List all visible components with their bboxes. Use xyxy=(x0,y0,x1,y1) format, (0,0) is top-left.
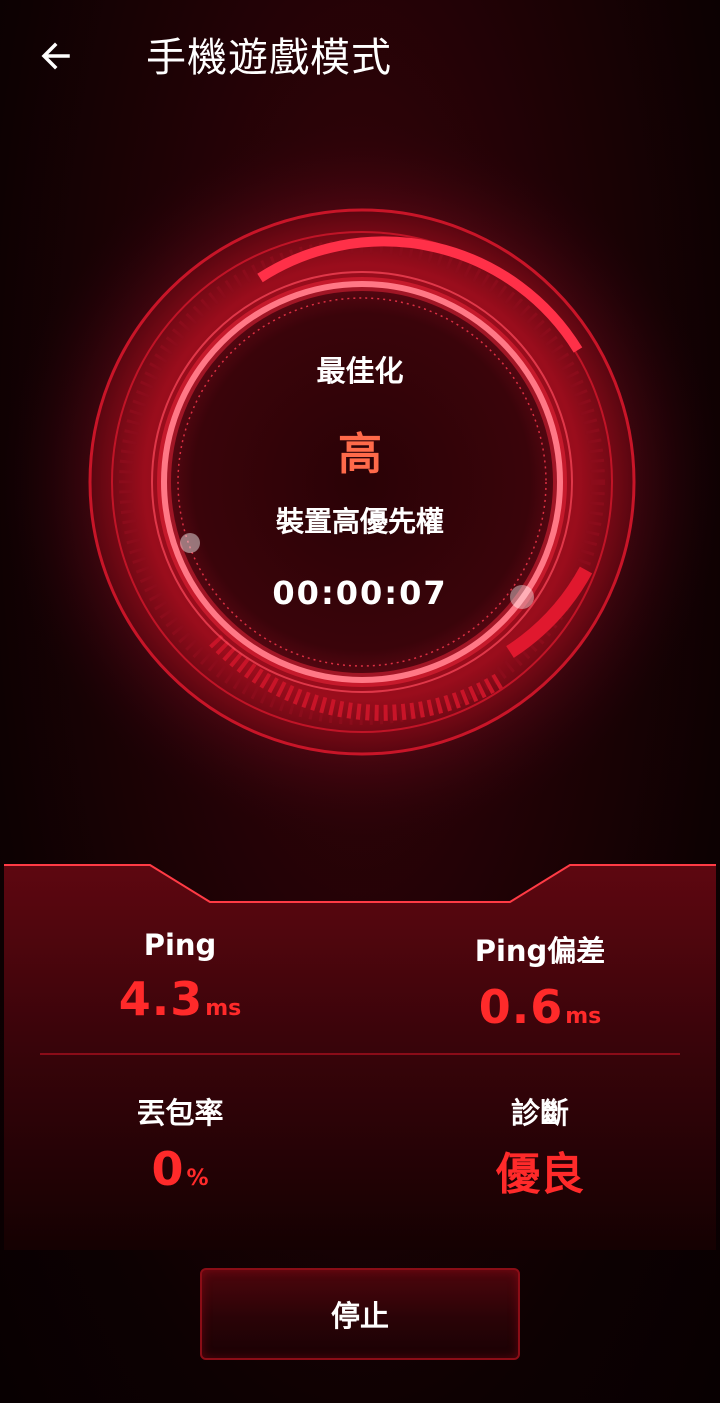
ping-deviation-stat: Ping偏差 0.6ms xyxy=(360,928,720,1034)
packet-loss-value: 0 xyxy=(151,1142,185,1196)
page-title: 手機遊戲模式 xyxy=(146,35,392,81)
device-priority-label: 裝置高優先權 xyxy=(275,505,444,538)
packet-loss-unit: % xyxy=(186,1166,209,1191)
ping-deviation-label: Ping偏差 xyxy=(474,934,606,968)
packet-loss-label: 丟包率 xyxy=(136,1096,224,1130)
optimization-dial: 最佳化 高 裝置高優先權 00:00:07 xyxy=(0,100,720,860)
ping-deviation-value-row: 0.6ms xyxy=(360,980,720,1034)
ping-deviation-unit: ms xyxy=(565,1004,602,1029)
packet-loss-stat: 丟包率 0% xyxy=(30,1090,330,1196)
ping-deviation-value: 0.6 xyxy=(478,980,564,1034)
optimization-level: 高 xyxy=(338,429,382,480)
packet-loss-value-row: 0% xyxy=(30,1142,330,1196)
elapsed-timer: 00:00:07 xyxy=(272,574,448,612)
optimization-label: 最佳化 xyxy=(316,354,404,388)
ping-stat: Ping 4.3ms xyxy=(30,928,330,1026)
diagnosis-stat: 診斷 優良 xyxy=(360,1090,720,1202)
ping-value-row: 4.3ms xyxy=(30,972,330,1026)
arrow-left-icon xyxy=(41,42,70,70)
ping-label: Ping xyxy=(143,928,217,962)
network-stats-panel: Ping 4.3ms Ping偏差 0.6ms 丟包率 0% 診斷 優良 xyxy=(0,860,720,1250)
back-button[interactable] xyxy=(32,32,80,80)
stop-button[interactable]: 停止 xyxy=(200,1268,520,1360)
ping-unit: ms xyxy=(205,996,242,1021)
diagnosis-label: 診斷 xyxy=(510,1096,569,1130)
ping-value: 4.3 xyxy=(118,972,204,1026)
diagnosis-value: 優良 xyxy=(496,1149,584,1200)
